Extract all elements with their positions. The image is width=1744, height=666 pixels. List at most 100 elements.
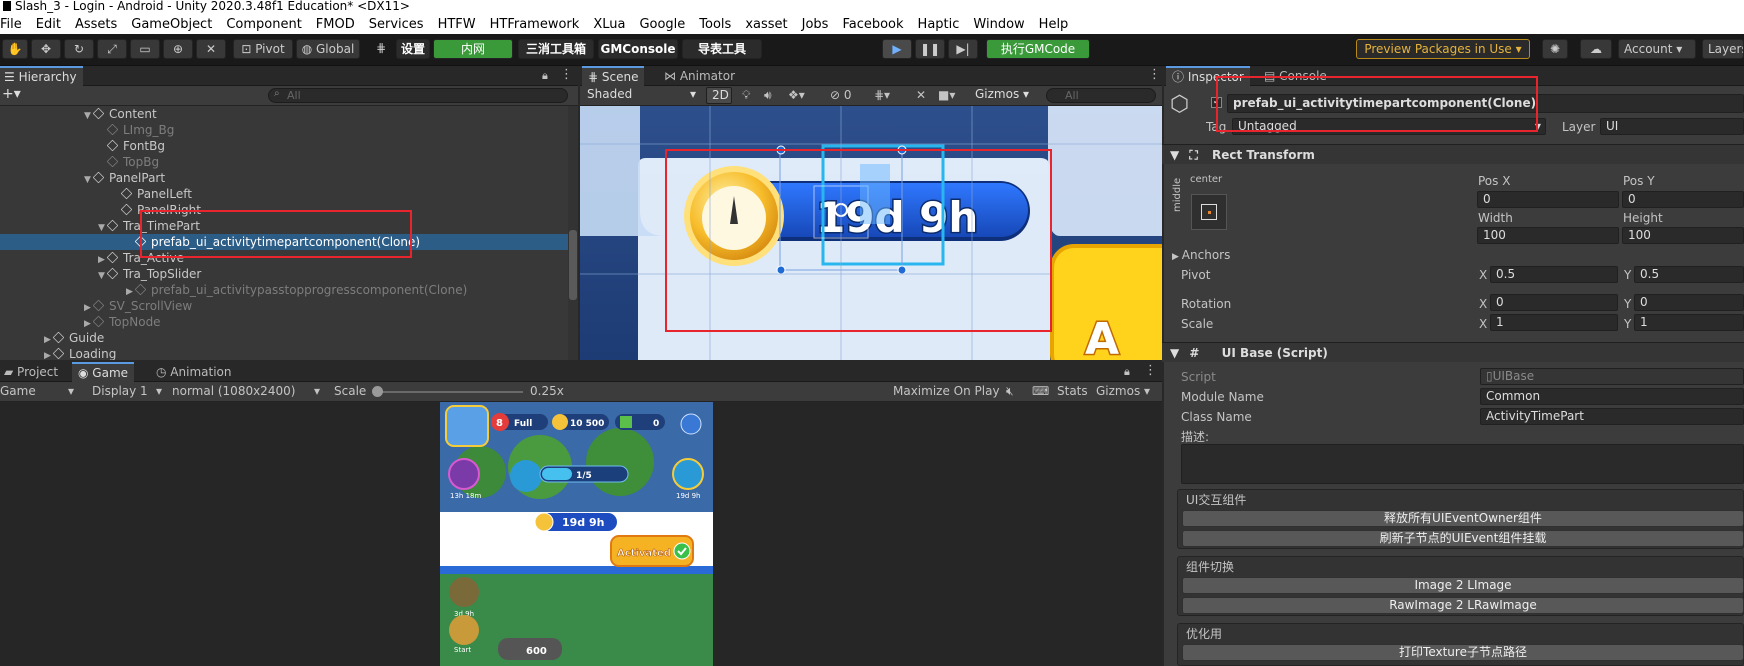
menu-gameobject[interactable]: GameObject [131,14,212,34]
layer-dropdown[interactable]: UI [1600,118,1744,135]
pause-button[interactable]: ❚❚ [915,39,945,59]
tab-animator[interactable]: ⋈ Animator [658,66,741,86]
keyboard-icon[interactable]: ⌨ [1032,384,1049,398]
hierarchy-item[interactable]: ▼ PanelPart [0,170,578,186]
more-options-icon[interactable]: ⋮ [560,67,573,82]
class-name-input[interactable]: ActivityTimePart [1480,408,1744,425]
hierarchy-search-input[interactable]: All [268,88,568,103]
hierarchy-item[interactable]: ▶ prefab_ui_activitypasstopprogresscompon… [0,282,578,298]
menu-htframework[interactable]: HTFramework [490,14,580,34]
tab-animation[interactable]: ◷ Animation [150,362,237,382]
cloud-icon[interactable]: ☁ [1580,39,1612,59]
menu-assets[interactable]: Assets [75,14,117,34]
global-toggle[interactable]: ◍ Global [296,39,360,59]
rotate-tool-icon[interactable]: ↻ [64,39,94,59]
menu-services[interactable]: Services [369,14,424,34]
print-texture-path-button[interactable]: 打印Texture子节点路径 [1182,644,1744,661]
tab-game[interactable]: ◉ Game [72,362,135,382]
layers-dropdown[interactable]: Layers [1702,39,1744,59]
move-tool-icon[interactable]: ✥ [31,39,61,59]
stats-toggle[interactable]: Stats [1057,384,1088,398]
resolution-dropdown[interactable]: normal (1080x2400) ▾ [172,384,328,398]
rotation-x-input[interactable]: 0 [1490,294,1618,311]
rawimage-to-lrawimage-button[interactable]: RawImage 2 LRawImage [1182,597,1744,614]
exec-gmcode-button[interactable]: 执行GMCode [986,39,1090,59]
rotation-y-input[interactable]: 0 [1634,294,1744,311]
hierarchy-item[interactable]: LImg_Bg [0,122,578,138]
shading-dropdown[interactable]: Shaded ▾ [582,87,700,104]
grid-icon[interactable]: ⋕▾ [874,88,890,102]
menu-htfw[interactable]: HTFW [438,14,476,34]
hierarchy-item[interactable]: ▶ Loading [0,346,578,360]
scale-x-input[interactable]: 1 [1490,314,1618,331]
foldout-arrow-icon[interactable]: ▶ [42,348,53,360]
module-name-input[interactable]: Common [1480,388,1744,405]
menu-tools[interactable]: Tools [699,14,731,34]
pivot-x-input[interactable]: 0.5 [1490,266,1618,283]
release-uieventowner-button[interactable]: 释放所有UIEventOwner组件 [1182,510,1744,527]
maximize-on-play-toggle[interactable]: Maximize On Play [893,384,1000,398]
menu-google[interactable]: Google [639,14,685,34]
menu-file[interactable]: File [0,14,22,34]
height-input[interactable]: 100 [1622,227,1744,244]
match3-toolbox-button[interactable]: 三消工具箱 [518,39,594,59]
pivot-y-input[interactable]: 0.5 [1634,266,1744,283]
uibase-header[interactable]: ▼ # UI Base (Script) [1162,342,1744,362]
tools-icon[interactable]: ✕ [916,88,926,102]
scene-search-input[interactable]: All [1046,88,1156,103]
posx-input[interactable]: 0 [1477,191,1619,208]
preview-packages-dropdown[interactable]: Preview Packages in Use ▾ [1356,39,1530,59]
effects-icon[interactable]: ❖▾ [788,88,805,102]
step-button[interactable]: ▶| [948,39,978,59]
hierarchy-item[interactable]: ▶ SV_ScrollView [0,298,578,314]
scale-slider[interactable] [377,391,523,393]
account-dropdown[interactable]: Account ▾ [1618,39,1696,59]
lock-icon[interactable]: 🔒︎ [542,69,548,83]
camera-icon[interactable]: ■▾ [938,88,955,102]
2d-toggle[interactable]: 2D [706,87,732,104]
image-to-limage-button[interactable]: Image 2 LImage [1182,577,1744,594]
export-tables-button[interactable]: 导表工具 [682,39,762,59]
light-icon[interactable]: 💡︎ [742,88,750,103]
rect-tool-icon[interactable]: ▭ [130,39,160,59]
hierarchy-item[interactable]: ▼ Tra_TopSlider [0,266,578,282]
description-textarea[interactable] [1181,444,1744,484]
menu-help[interactable]: Help [1039,14,1069,34]
anchors-foldout[interactable]: ▶ Anchors [1172,248,1230,262]
scale-tool-icon[interactable]: ⤢ [97,39,127,59]
posy-input[interactable]: 0 [1622,191,1744,208]
menu-xasset[interactable]: xasset [745,14,787,34]
scale-y-input[interactable]: 1 [1634,314,1744,331]
menu-fmod[interactable]: FMOD [316,14,355,34]
game-gizmos-dropdown[interactable]: Gizmos ▾ [1096,384,1150,398]
gizmos-dropdown[interactable]: Gizmos ▾ [970,87,1040,104]
hidden-objects-icon[interactable]: ⊘ 0 [830,88,852,102]
hierarchy-item[interactable]: ▶ TopNode [0,314,578,330]
menu-edit[interactable]: Edit [36,14,61,34]
add-icon[interactable]: +▾ [2,86,21,102]
tab-project[interactable]: ▰ Project [0,362,64,382]
settings-button[interactable]: 设置 [396,39,430,59]
gmconsole-button[interactable]: GMConsole [598,39,678,59]
grid-snap-icon[interactable]: ⋕ [370,39,392,59]
hand-tool-icon[interactable]: ✋ [2,39,28,59]
more-options-icon[interactable]: ⋮ [1148,67,1161,82]
rect-transform-header[interactable]: ▼ ⛶ Rect Transform [1162,144,1744,164]
menu-haptic[interactable]: Haptic [918,14,960,34]
menu-jobs[interactable]: Jobs [802,14,829,34]
intranet-button[interactable]: 内网 [433,39,513,59]
more-options-icon[interactable]: ⋮ [1144,363,1157,378]
game-screen[interactable]: 8 Full 10 500 0 13h 18m 1/5 19d 9h 19d 9… [440,402,713,666]
scale-slider-handle[interactable] [372,386,383,397]
collab-icon[interactable]: ✺ [1542,39,1568,59]
menu-component[interactable]: Component [226,14,301,34]
hierarchy-item[interactable]: ▼ Content [0,106,578,122]
mute-audio-icon[interactable]: 🔇︎ [1006,384,1014,399]
lock-icon[interactable]: 🔒︎ [1124,365,1130,379]
menu-window[interactable]: Window [973,14,1024,34]
display-dropdown[interactable]: Display 1 ▾ [92,384,168,398]
anchor-preset-button[interactable] [1191,194,1227,230]
refresh-uievent-button[interactable]: 刷新子节点的UIEvent组件挂载 [1182,530,1744,547]
tab-hierarchy[interactable]: ☰ Hierarchy [0,66,83,86]
menu-xlua[interactable]: XLua [593,14,625,34]
